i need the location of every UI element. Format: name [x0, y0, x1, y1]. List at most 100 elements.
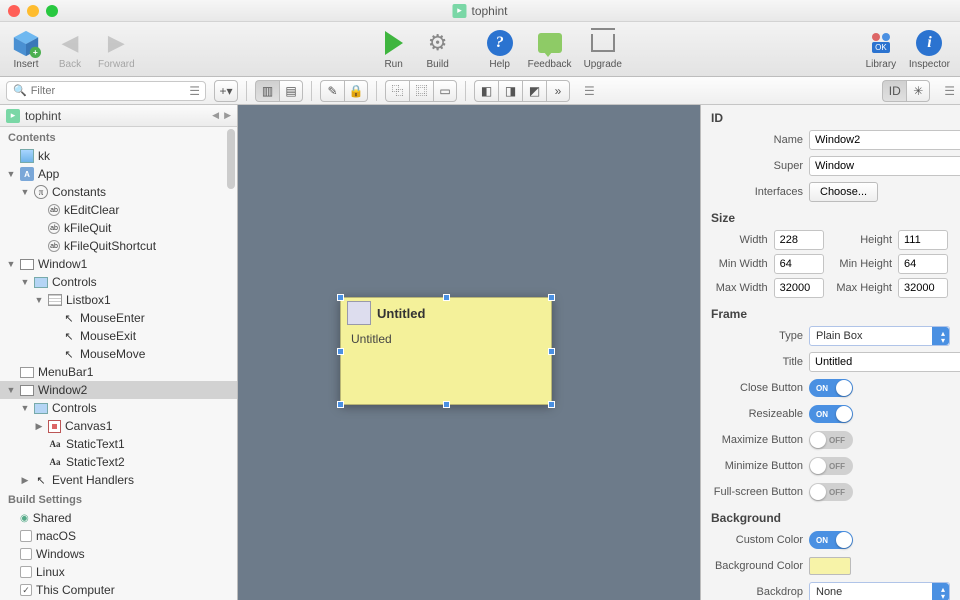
filter-search[interactable]: 🔍 ☰ [6, 81, 206, 101]
zoom-icon[interactable] [46, 5, 58, 17]
disclosure-icon[interactable]: ▼ [20, 403, 30, 413]
resize-handle[interactable] [337, 348, 344, 355]
disclosure-icon[interactable]: ▼ [20, 277, 30, 287]
tree-item-mouseexit[interactable]: ↖MouseExit [0, 327, 237, 345]
order-button-2[interactable]: ◨ [498, 80, 522, 102]
insert-button[interactable]: + Insert [10, 28, 42, 70]
tree-item-statictext2[interactable]: AaStaticText2 [0, 453, 237, 471]
name-field[interactable] [809, 130, 960, 150]
tree-item-keditclear[interactable]: abkEditClear [0, 201, 237, 219]
view-code-button[interactable]: ▤ [279, 80, 303, 102]
minwidth-field[interactable] [774, 254, 824, 274]
divider-handle-icon[interactable]: ☰ [584, 84, 594, 98]
checkbox[interactable] [20, 530, 32, 542]
disclosure-icon[interactable]: ▼ [6, 385, 16, 395]
close-icon[interactable] [8, 5, 20, 17]
disclosure-icon[interactable]: ▶ [20, 475, 30, 486]
super-field[interactable] [809, 156, 960, 176]
resize-handle[interactable] [443, 294, 450, 301]
nav-prev-icon[interactable]: ◀ [212, 110, 219, 121]
scrollbar[interactable] [227, 129, 235, 189]
target-shared[interactable]: ◉Shared [0, 509, 237, 527]
closebutton-switch[interactable]: ON [809, 379, 853, 397]
resize-handle[interactable] [337, 294, 344, 301]
tree-item-menubar1[interactable]: MenuBar1 [0, 363, 237, 381]
tree-item-eventhandlers[interactable]: ▶↖Event Handlers [0, 471, 237, 489]
tree-item-listbox1[interactable]: ▼Listbox1 [0, 291, 237, 309]
resize-handle[interactable] [548, 401, 555, 408]
resize-handle[interactable] [337, 401, 344, 408]
edit-button[interactable]: ✎ [320, 80, 344, 102]
fullscreen-switch[interactable]: OFF [809, 483, 853, 501]
tree-item-app[interactable]: ▼AApp [0, 165, 237, 183]
minimize-icon[interactable] [27, 5, 39, 17]
tree-item-canvas1[interactable]: ▶Canvas1 [0, 417, 237, 435]
feedback-button[interactable]: Feedback [528, 28, 572, 70]
resizeable-switch[interactable]: ON [809, 405, 853, 423]
tree-item-window1[interactable]: ▼Window1 [0, 255, 237, 273]
run-button[interactable]: Run [378, 28, 410, 70]
disclosure-icon[interactable]: ▼ [6, 169, 16, 179]
lock-button[interactable]: 🔒 [344, 80, 368, 102]
inspector-tab-gear[interactable]: ✳ [906, 80, 930, 102]
menu-icon[interactable]: ☰ [189, 84, 199, 98]
maximize-switch[interactable]: OFF [809, 431, 853, 449]
view-layout-button[interactable]: ▥ [255, 80, 279, 102]
add-button[interactable]: +▾ [214, 80, 238, 102]
tree-item-kfilequitshortcut[interactable]: abkFileQuitShortcut [0, 237, 237, 255]
order-button-1[interactable]: ◧ [474, 80, 498, 102]
inspector-button[interactable]: i Inspector [909, 28, 950, 70]
target-windows[interactable]: Windows [0, 545, 237, 563]
customcolor-switch[interactable]: ON [809, 531, 853, 549]
overflow-button[interactable]: » [546, 80, 570, 102]
forward-button[interactable]: ▶ Forward [98, 28, 135, 70]
disclosure-icon[interactable]: ▶ [34, 421, 44, 432]
minheight-field[interactable] [898, 254, 948, 274]
divider-handle-icon[interactable]: ☰ [944, 84, 954, 98]
tree-item-controls2[interactable]: ▼Controls [0, 399, 237, 417]
align-button-1[interactable]: ⿻ [385, 80, 409, 102]
filter-input[interactable] [31, 85, 186, 97]
tree-item-constants[interactable]: ▼πConstants [0, 183, 237, 201]
checkbox[interactable]: ✓ [20, 584, 32, 596]
tree-item-mousemove[interactable]: ↖MouseMove [0, 345, 237, 363]
bgcolor-swatch[interactable] [809, 557, 851, 575]
disclosure-icon[interactable]: ▼ [6, 259, 16, 269]
ruler-button[interactable]: ▭ [433, 80, 457, 102]
checkbox[interactable] [20, 566, 32, 578]
nav-next-icon[interactable]: ▶ [224, 110, 231, 121]
help-button[interactable]: ? Help [484, 28, 516, 70]
tree-item-mouseenter[interactable]: ↖MouseEnter [0, 309, 237, 327]
resize-handle[interactable] [548, 294, 555, 301]
resize-handle[interactable] [548, 348, 555, 355]
layout-canvas[interactable]: Untitled Untitled [238, 105, 700, 600]
inspector-tab-id[interactable]: ID [882, 80, 906, 102]
width-field[interactable] [774, 230, 824, 250]
upgrade-button[interactable]: Upgrade [584, 28, 622, 70]
title-field[interactable] [809, 352, 960, 372]
navigator-tree[interactable]: Contents kk ▼AApp ▼πConstants abkEditCle… [0, 127, 237, 600]
choose-interfaces-button[interactable]: Choose... [809, 182, 878, 202]
back-button[interactable]: ◀ Back [54, 28, 86, 70]
disclosure-icon[interactable]: ▼ [20, 187, 30, 197]
build-button[interactable]: ⚙ Build [422, 28, 454, 70]
checkbox[interactable] [20, 548, 32, 560]
minimize-switch[interactable]: OFF [809, 457, 853, 475]
align-button-2[interactable]: ⿴ [409, 80, 433, 102]
type-select[interactable]: Plain Box▴▾ [809, 326, 950, 346]
maxwidth-field[interactable] [774, 278, 824, 298]
tree-item-kfilequit[interactable]: abkFileQuit [0, 219, 237, 237]
target-thiscomputer[interactable]: ✓This Computer [0, 581, 237, 599]
tree-item-statictext1[interactable]: AaStaticText1 [0, 435, 237, 453]
target-linux[interactable]: Linux [0, 563, 237, 581]
disclosure-icon[interactable]: ▼ [34, 295, 44, 305]
backdrop-select[interactable]: None▴▾ [809, 582, 950, 600]
height-field[interactable] [898, 230, 948, 250]
target-macos[interactable]: macOS [0, 527, 237, 545]
maxheight-field[interactable] [898, 278, 948, 298]
library-button[interactable]: OK Library [865, 28, 897, 70]
tree-item-window2[interactable]: ▼Window2 [0, 381, 237, 399]
window-preview[interactable]: Untitled Untitled [340, 297, 552, 405]
tree-item-controls[interactable]: ▼Controls [0, 273, 237, 291]
tree-item-kk[interactable]: kk [0, 147, 237, 165]
